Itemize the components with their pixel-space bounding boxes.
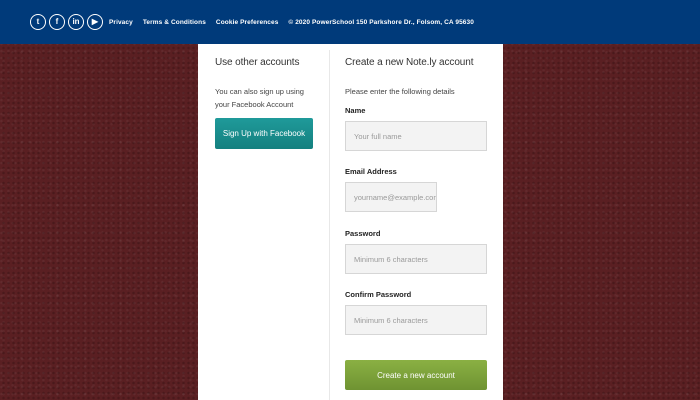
column-divider bbox=[329, 50, 330, 400]
other-accounts-description: You can also sign up using your Facebook… bbox=[215, 87, 304, 109]
password-label: Password bbox=[345, 229, 381, 238]
social-links: t f in ▶ bbox=[30, 14, 103, 30]
linkedin-icon[interactable]: in bbox=[68, 14, 84, 30]
password-input[interactable] bbox=[345, 244, 487, 274]
create-account-button[interactable]: Create a new account bbox=[345, 360, 487, 390]
create-account-heading: Create a new Note.ly account bbox=[345, 57, 474, 68]
facebook-signup-button[interactable]: Sign Up with Facebook bbox=[215, 118, 313, 149]
email-input[interactable] bbox=[345, 182, 437, 212]
cookie-preferences-link[interactable]: Cookie Preferences bbox=[216, 19, 279, 26]
copyright-text: © 2020 PowerSchool 150 Parkshore Dr., Fo… bbox=[288, 18, 474, 26]
confirm-password-input[interactable] bbox=[345, 305, 487, 335]
name-input[interactable] bbox=[345, 121, 487, 151]
instructions-text: Please enter the following details bbox=[345, 87, 455, 96]
terms-link[interactable]: Terms & Conditions bbox=[143, 19, 206, 26]
name-label: Name bbox=[345, 106, 366, 115]
youtube-icon[interactable]: ▶ bbox=[87, 14, 103, 30]
footer-links: Privacy Terms & Conditions Cookie Prefer… bbox=[109, 19, 474, 26]
facebook-icon[interactable]: f bbox=[49, 14, 65, 30]
footer-bar: t f in ▶ Privacy Terms & Conditions Cook… bbox=[0, 0, 700, 44]
other-accounts-heading: Use other accounts bbox=[215, 57, 300, 68]
privacy-link[interactable]: Privacy bbox=[109, 19, 133, 26]
twitter-icon[interactable]: t bbox=[30, 14, 46, 30]
confirm-password-label: Confirm Password bbox=[345, 290, 412, 299]
email-label: Email Address bbox=[345, 167, 397, 176]
